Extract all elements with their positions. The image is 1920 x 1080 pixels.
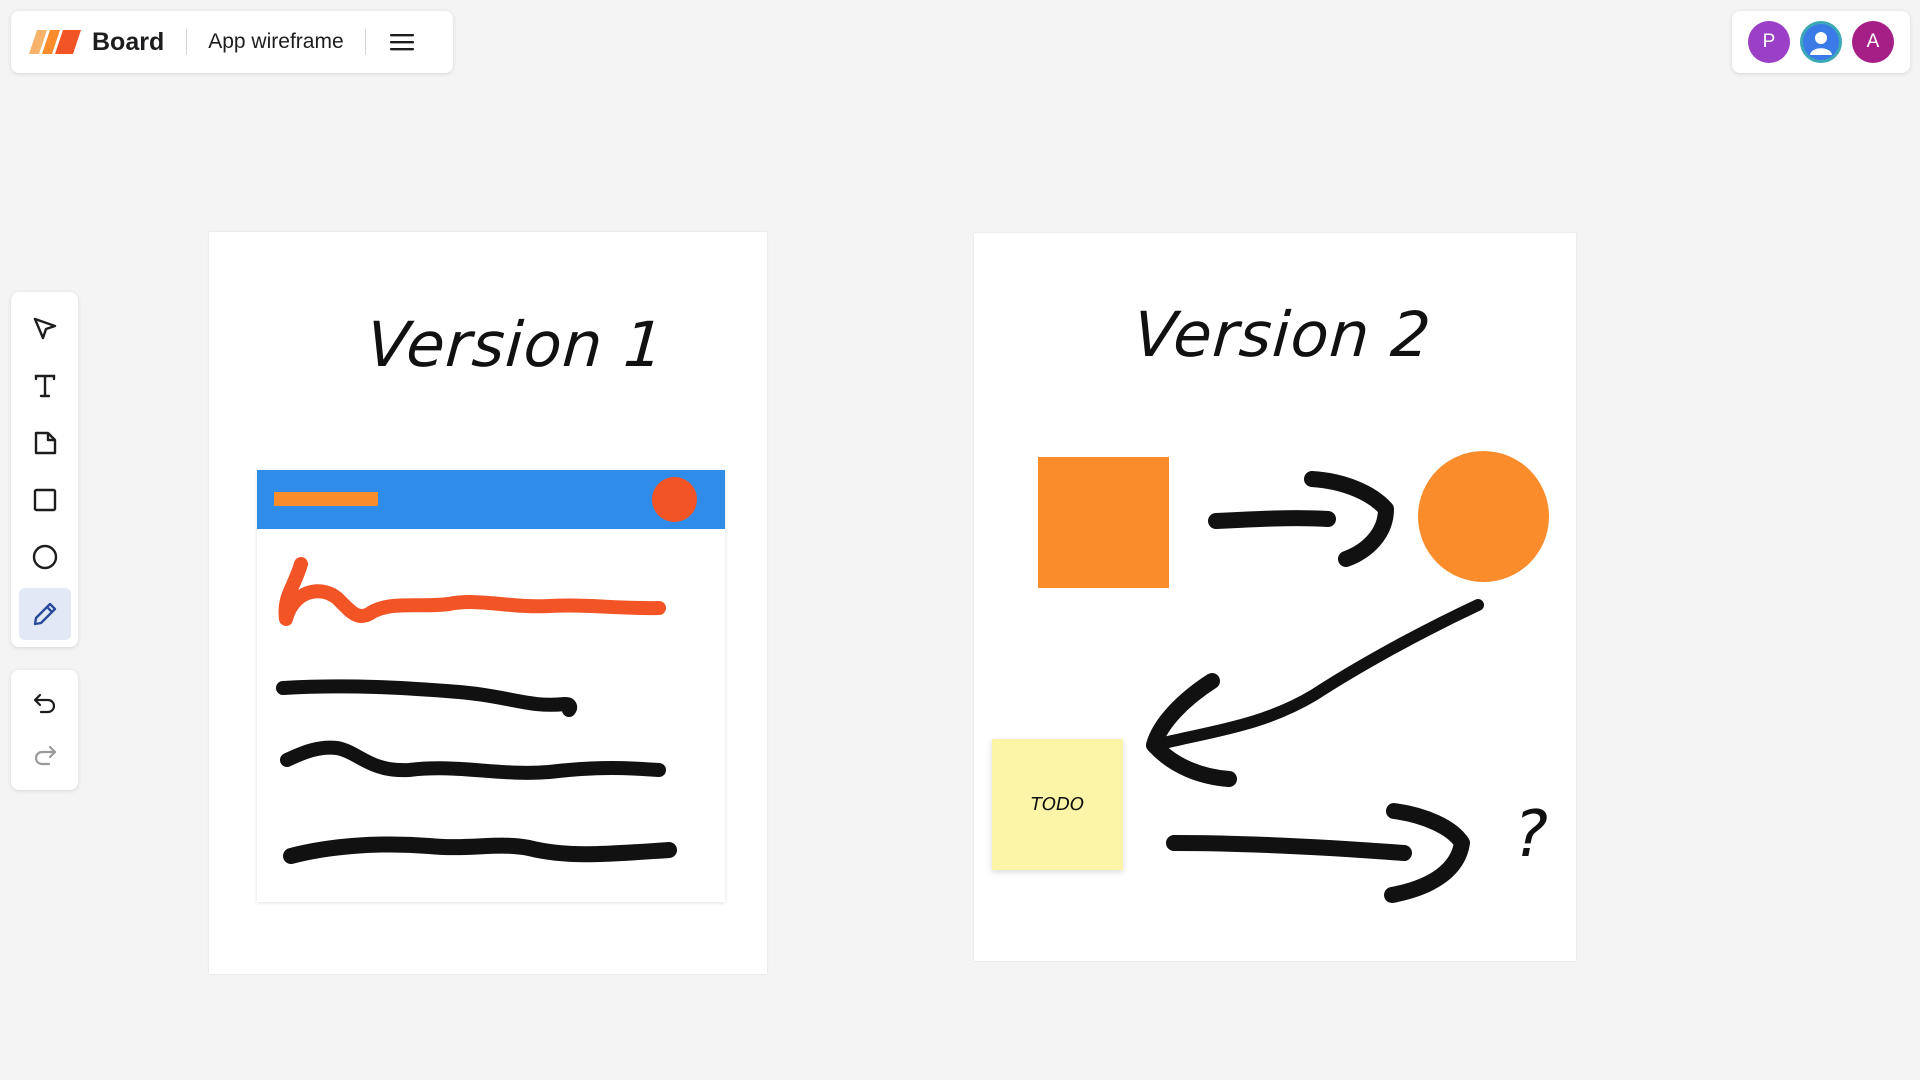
orange-circle-shape[interactable] xyxy=(1418,451,1549,582)
undo-button[interactable] xyxy=(19,681,71,727)
frame-version-1[interactable]: Version 1 xyxy=(209,232,767,974)
board-header: Board App wireframe xyxy=(11,11,453,73)
orange-square-shape[interactable] xyxy=(1038,457,1169,588)
collaborators: P A xyxy=(1732,11,1910,73)
arrow-stroke xyxy=(1146,673,1237,787)
user-icon xyxy=(1810,32,1832,55)
sticky-note[interactable]: TODO xyxy=(992,739,1123,870)
pointer-icon xyxy=(33,317,56,340)
board-name[interactable]: App wireframe xyxy=(208,30,343,54)
circle-icon xyxy=(32,544,57,570)
text-icon xyxy=(34,374,55,398)
divider xyxy=(364,29,366,55)
wireframe-avatar-placeholder[interactable] xyxy=(652,477,697,522)
brand-name[interactable]: Board xyxy=(92,28,164,57)
hamburger-menu-icon xyxy=(389,34,414,51)
tool-select[interactable] xyxy=(19,303,71,355)
board-logo-icon xyxy=(29,30,81,54)
redo-icon xyxy=(34,745,56,766)
tool-sticky-note[interactable] xyxy=(19,417,71,469)
square-icon xyxy=(33,488,56,512)
arrow-stroke xyxy=(1166,835,1412,861)
history-toolbar xyxy=(11,670,78,790)
sticky-note-icon xyxy=(34,431,56,455)
tool-text[interactable] xyxy=(19,360,71,412)
sticky-note-text: TODO xyxy=(1030,794,1085,815)
arrow-stroke xyxy=(1158,599,1484,749)
redo-button[interactable] xyxy=(19,733,71,779)
pencil-icon xyxy=(33,602,56,626)
tool-pen[interactable] xyxy=(18,588,71,640)
frame-version-2[interactable]: Version 2 TODO ? xyxy=(974,233,1576,961)
undo-icon xyxy=(33,693,55,714)
avatar-initial: A xyxy=(1866,31,1880,52)
tools-toolbar xyxy=(11,292,78,647)
divider xyxy=(186,29,188,55)
tool-ellipse[interactable] xyxy=(19,531,71,583)
frame-title[interactable]: Version 1 xyxy=(364,308,666,381)
arrow-stroke xyxy=(1304,471,1394,567)
avatar-initial: P xyxy=(1762,31,1776,52)
frame-title[interactable]: Version 2 xyxy=(1131,298,1433,371)
arrow-stroke xyxy=(1208,510,1336,529)
arrow-stroke xyxy=(1384,803,1470,903)
menu-button[interactable] xyxy=(388,30,416,54)
question-mark[interactable]: ? xyxy=(1514,798,1548,872)
avatar[interactable]: A xyxy=(1852,21,1894,63)
wireframe-mockup[interactable] xyxy=(257,470,725,902)
tool-rectangle[interactable] xyxy=(19,474,71,526)
avatar[interactable] xyxy=(1800,21,1842,63)
wireframe-title-placeholder[interactable] xyxy=(274,492,378,506)
avatar[interactable]: P xyxy=(1748,21,1790,63)
